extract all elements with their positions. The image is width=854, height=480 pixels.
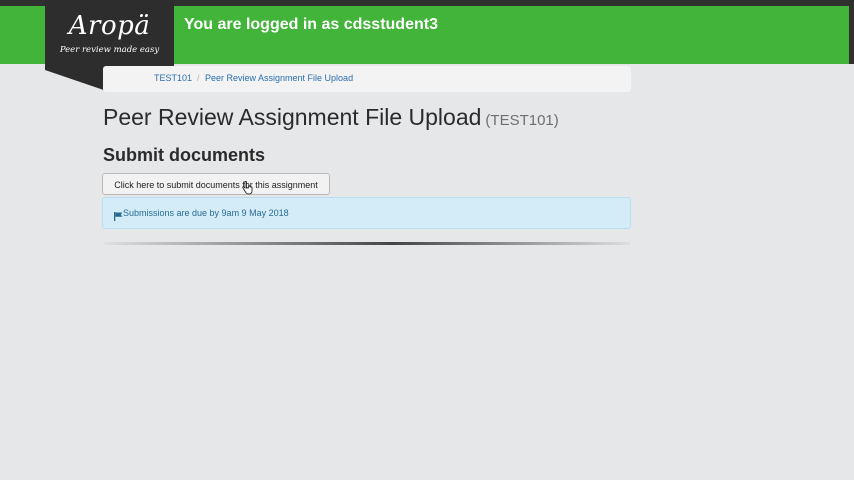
hand-cursor-icon <box>242 180 253 200</box>
course-code: (TEST101) <box>485 112 559 129</box>
logged-in-username: cdsstudent3 <box>343 16 438 33</box>
breadcrumb-separator: / <box>197 73 200 83</box>
section-title: Submit documents <box>103 145 266 165</box>
breadcrumb-course[interactable]: TEST101 <box>154 73 192 83</box>
breadcrumb-current-page[interactable]: Peer Review Assignment File Upload <box>205 73 353 83</box>
submit-documents-button[interactable]: Click here to submit documents for this … <box>102 173 330 195</box>
logo-tagline: Peer review made easy <box>59 45 160 55</box>
due-date-alert: Submissions are due by 9am 9 May 2018 <box>102 197 631 229</box>
flag-icon <box>114 208 123 226</box>
breadcrumb: TEST101 / Peer Review Assignment File Up… <box>103 66 631 92</box>
divider <box>104 242 631 245</box>
page-title-text: Peer Review Assignment File Upload <box>103 104 482 130</box>
page-title: Peer Review Assignment File Upload (TEST1… <box>103 104 559 131</box>
due-date-text: Submissions are due by 9am 9 May 2018 <box>123 208 289 218</box>
logged-in-message: You are logged in as cdsstudent3 <box>184 16 438 34</box>
logo-title: Aropä <box>68 11 151 41</box>
header-edge <box>849 6 854 64</box>
logged-in-prefix: You are logged in as <box>184 16 344 33</box>
